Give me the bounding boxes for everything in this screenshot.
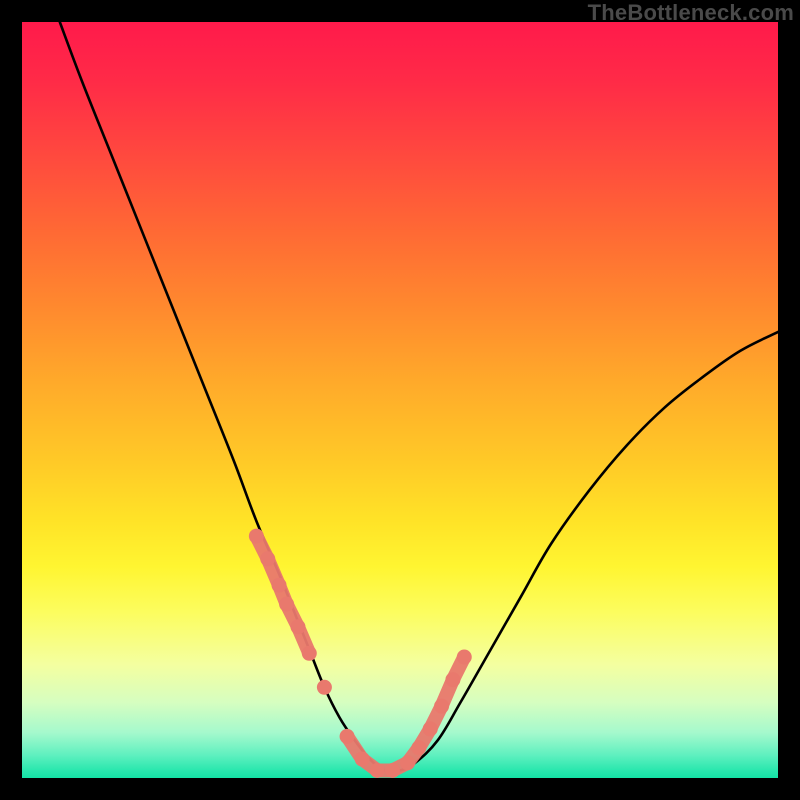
marker-dot [249,529,264,544]
marker-dot [340,729,355,744]
curve-layer [60,22,778,772]
chart-svg [22,22,778,778]
bottleneck-curve [60,22,778,772]
marker-dot [445,672,460,687]
marker-dot [385,763,400,778]
marker-dot [260,551,275,566]
marker-dot [355,752,370,767]
marker-dot [434,699,449,714]
marker-dot [290,619,305,634]
marker-dot [411,740,426,755]
marker-dot [400,755,415,770]
marker-dot [457,650,472,665]
marker-dot [272,578,287,593]
marker-dot [370,763,385,778]
watermark-text: TheBottleneck.com [588,0,794,26]
marker-dot [279,597,294,612]
marker-dot [317,680,332,695]
marker-dot [302,646,317,661]
chart-frame [22,22,778,778]
marker-dot [423,721,438,736]
